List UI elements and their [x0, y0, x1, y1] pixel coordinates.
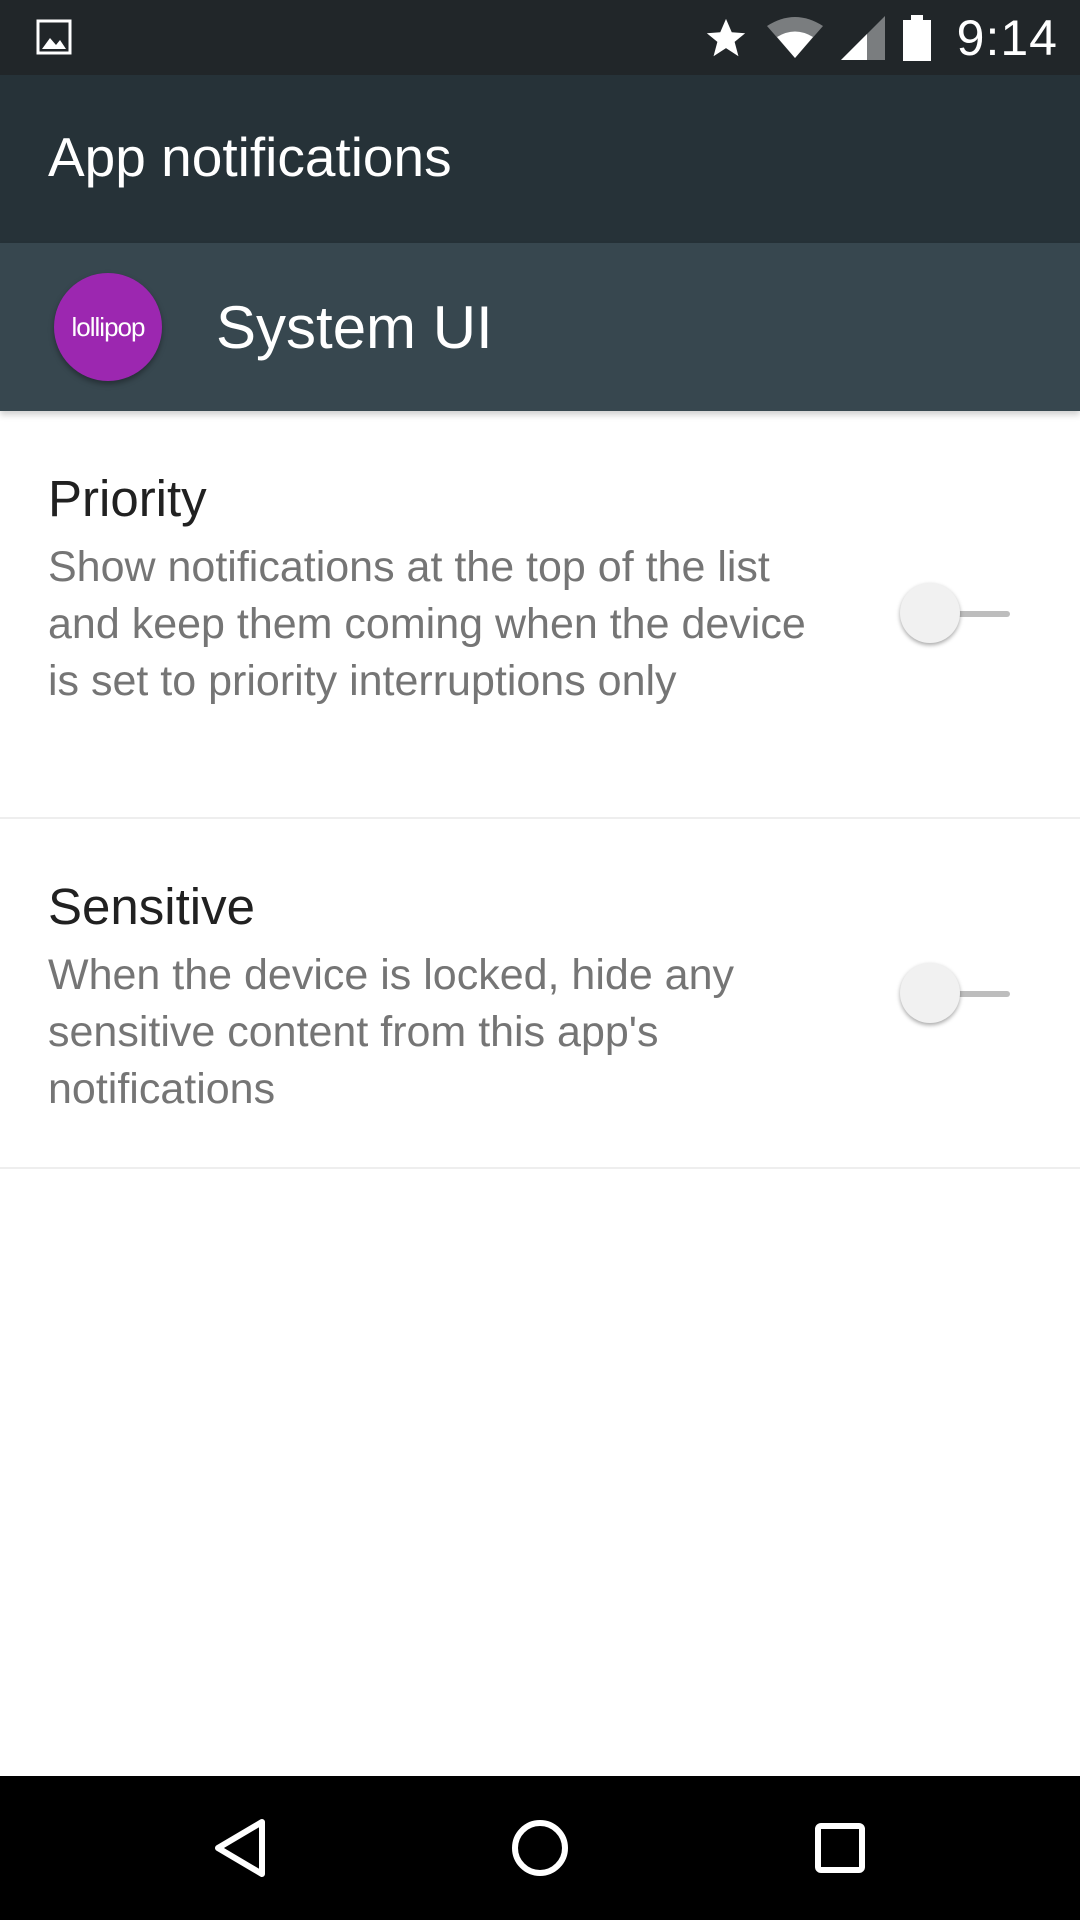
setting-sensitive[interactable]: Sensitive When the device is locked, hid…: [0, 819, 1080, 1169]
app-icon-label: lollipop: [71, 311, 146, 342]
battery-icon: [902, 14, 931, 61]
recents-button[interactable]: [800, 1808, 880, 1888]
app-header: lollipop System UI: [0, 243, 1080, 411]
wifi-icon: [766, 15, 823, 61]
status-bar: 9:14: [0, 0, 1080, 75]
gallery-icon: [36, 19, 72, 55]
switch-thumb: [900, 583, 960, 643]
setting-priority-title: Priority: [48, 470, 207, 527]
page-title: App notifications: [48, 126, 452, 188]
setting-priority-summary: Show notifications at the top of the lis…: [48, 543, 806, 705]
sensitive-switch[interactable]: [900, 963, 1012, 1025]
app-bar: App notifications: [0, 75, 1080, 243]
status-icons: 9:14: [703, 0, 1058, 75]
status-clock: 9:14: [956, 9, 1058, 66]
home-button[interactable]: [500, 1808, 580, 1888]
star-icon: [703, 15, 749, 61]
priority-switch[interactable]: [900, 583, 1012, 645]
setting-priority[interactable]: Priority Show notifications at the top o…: [0, 411, 1080, 819]
navigation-bar: [0, 1776, 1080, 1920]
home-icon: [510, 1818, 570, 1878]
switch-thumb: [900, 963, 960, 1023]
setting-sensitive-title: Sensitive: [48, 878, 255, 935]
setting-sensitive-summary: When the device is locked, hide any sens…: [48, 951, 735, 1113]
recents-icon: [814, 1822, 866, 1874]
back-button[interactable]: [200, 1808, 280, 1888]
back-icon: [210, 1816, 270, 1880]
app-icon: lollipop: [54, 273, 162, 381]
app-name: System UI: [216, 294, 493, 361]
cell-signal-icon: [840, 15, 885, 60]
